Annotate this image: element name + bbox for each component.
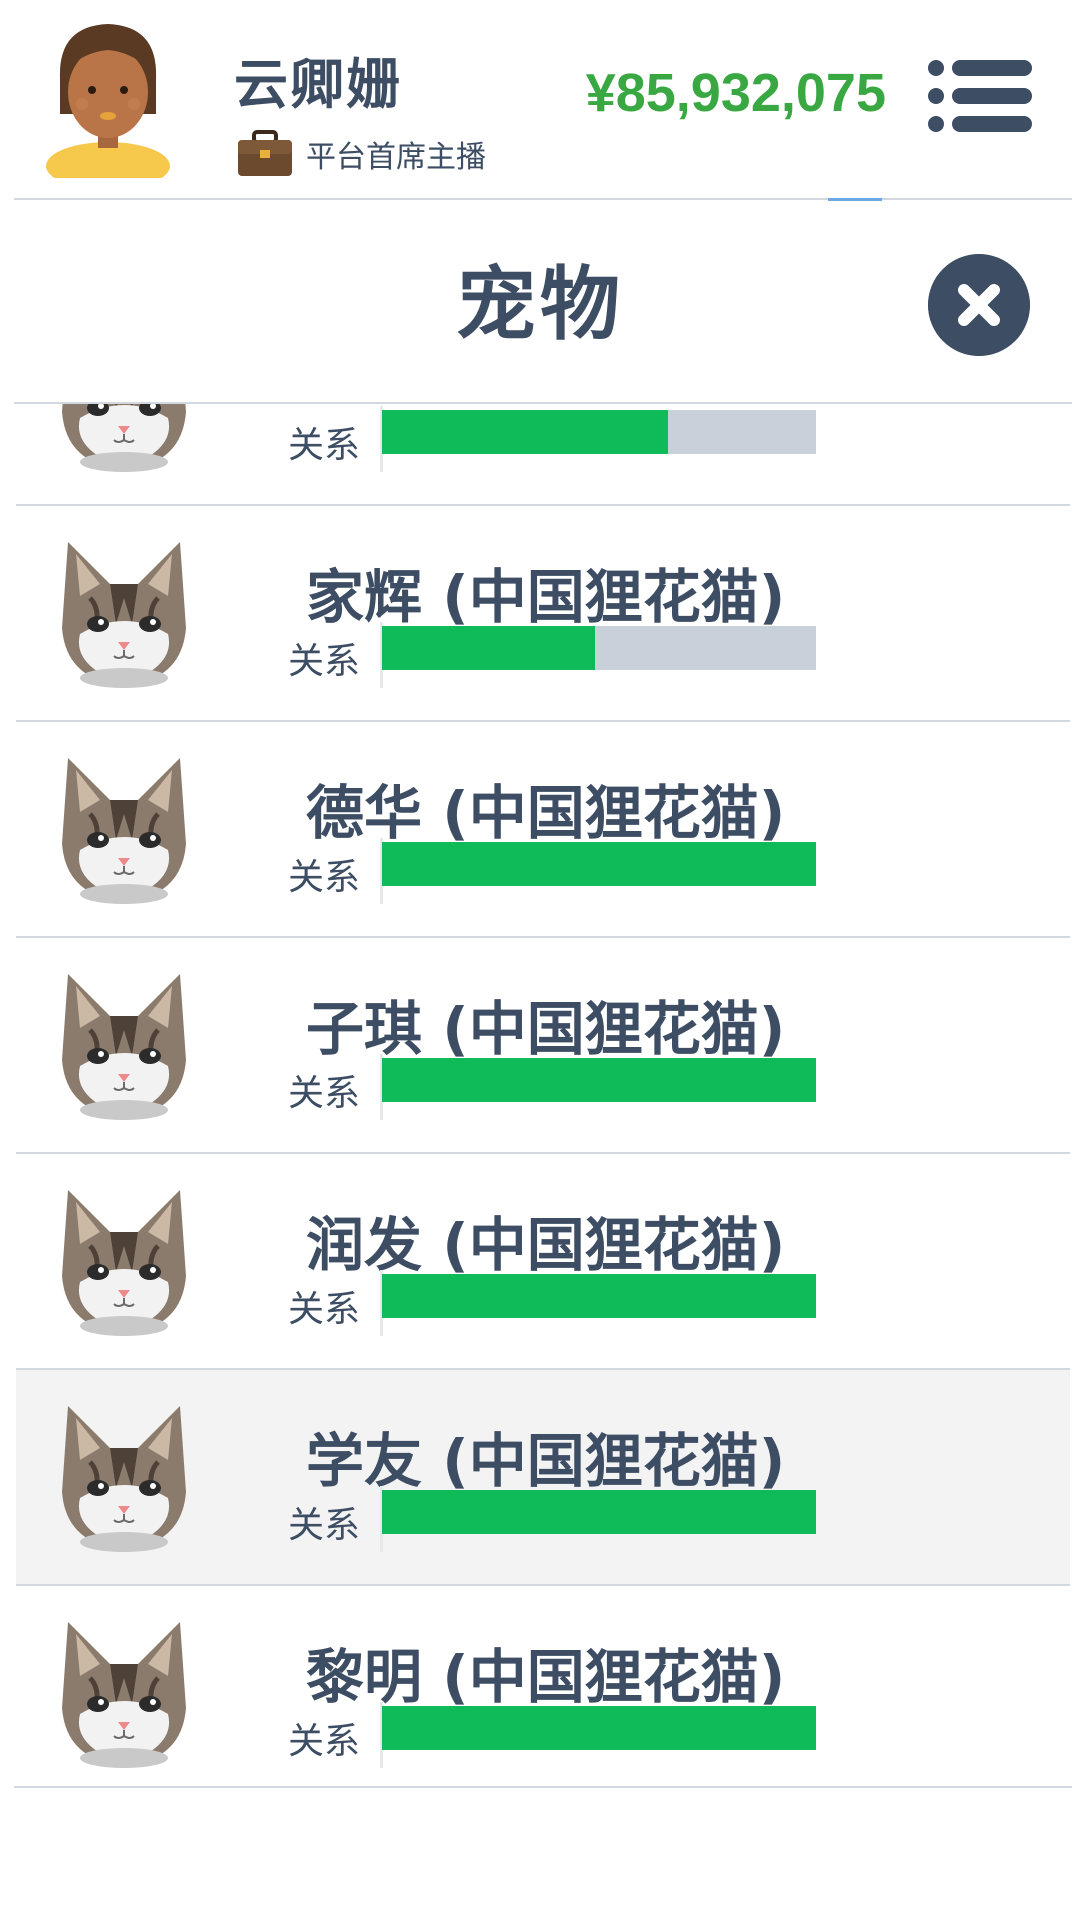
relation-bar-fill	[382, 842, 816, 886]
modal-title: 宠物	[456, 258, 624, 351]
pet-row[interactable]: 润发 (中国狸花猫) 关系	[16, 1154, 1070, 1370]
pet-row[interactable]: 黎明 (中国狸花猫) 关系	[16, 1586, 1070, 1784]
tabby-cat-icon	[62, 1190, 186, 1336]
tabby-cat-icon	[62, 542, 186, 688]
user-title-row: 平台首席主播	[236, 130, 486, 178]
relation-label: 关系	[288, 641, 361, 682]
pet-name: 子琪 (中国狸花猫)	[306, 995, 786, 1063]
relation-bar	[382, 626, 816, 670]
pet-name: 润发 (中国狸花猫)	[306, 1211, 786, 1279]
relation-bar-fill	[382, 1706, 816, 1750]
tabby-cat-icon	[62, 1406, 186, 1552]
user-title: 平台首席主播	[306, 140, 486, 175]
pet-name: 学友 (中国狸花猫)	[306, 1427, 786, 1495]
pet-name: 德华 (中国狸花猫)	[306, 779, 786, 847]
relation-bar	[382, 842, 816, 886]
pet-name: 黎明 (中国狸花猫)	[306, 1643, 786, 1711]
pet-list[interactable]: 关系 家辉 (中国狸花猫) 关系 德华 (中国狸花猫) 关系 子琪 (中国狸花猫…	[16, 404, 1070, 1784]
relation-bar	[382, 1058, 816, 1102]
relation-label: 关系	[288, 1289, 361, 1330]
tabby-cat-icon	[62, 1622, 186, 1768]
player-header: 云卿姗 平台首席主播 ¥85,932,075	[0, 0, 1080, 200]
pet-name: 家辉 (中国狸花猫)	[306, 563, 786, 631]
relation-label: 关系	[288, 1721, 361, 1762]
pet-row[interactable]: 关系	[16, 404, 1070, 506]
relation-bar-fill	[382, 1274, 816, 1318]
tabby-cat-icon	[62, 404, 186, 472]
relation-bar	[382, 1706, 816, 1750]
relation-label: 关系	[288, 857, 361, 898]
briefcase-icon	[238, 130, 292, 176]
pet-row[interactable]: 家辉 (中国狸花猫) 关系	[16, 506, 1070, 722]
relation-bar	[382, 1274, 816, 1318]
relation-bar-fill	[382, 1058, 816, 1102]
money-balance: ¥85,932,075	[585, 63, 886, 123]
header-accent	[828, 198, 882, 201]
relation-label: 关系	[288, 1505, 361, 1546]
pet-row[interactable]: 德华 (中国狸花猫) 关系	[16, 722, 1070, 938]
list-bottom-divider	[14, 1786, 1072, 1788]
avatar-icon[interactable]	[46, 18, 170, 178]
relation-bar	[382, 410, 816, 454]
menu-list-icon[interactable]	[928, 58, 1032, 134]
relation-label: 关系	[288, 425, 361, 466]
relation-bar-fill	[382, 626, 595, 670]
username: 云卿姗	[234, 53, 402, 116]
relation-bar-fill	[382, 1490, 816, 1534]
relation-bar-fill	[382, 410, 669, 454]
relation-bar	[382, 1490, 816, 1534]
relation-label: 关系	[288, 1073, 361, 1114]
header-divider	[14, 198, 1072, 200]
close-icon[interactable]	[928, 254, 1030, 356]
pet-row[interactable]: 学友 (中国狸花猫) 关系	[16, 1370, 1070, 1586]
pet-row[interactable]: 子琪 (中国狸花猫) 关系	[16, 938, 1070, 1154]
tabby-cat-icon	[62, 974, 186, 1120]
tabby-cat-icon	[62, 758, 186, 904]
